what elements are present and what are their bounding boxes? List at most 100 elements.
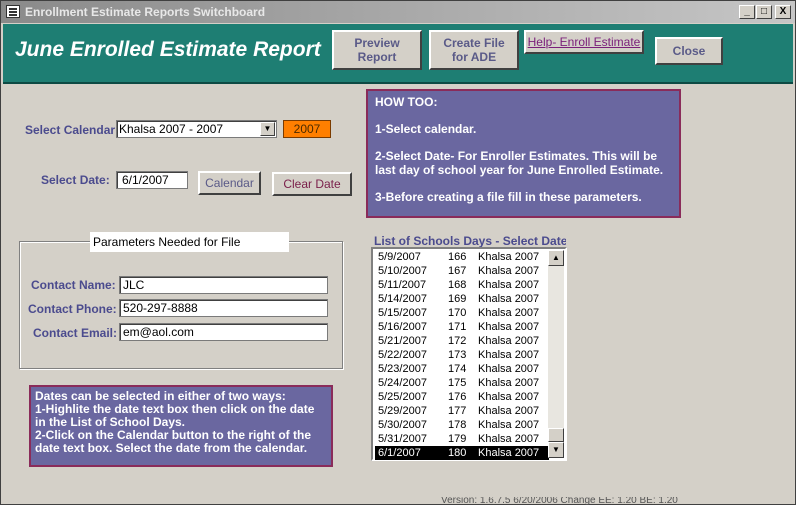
close-window-button[interactable]: X bbox=[775, 5, 791, 19]
list-item[interactable]: 5/16/2007 171 Khalsa 2007 bbox=[375, 320, 549, 334]
contact-email-label: Contact Email: bbox=[33, 326, 118, 340]
list-item-date: 5/31/2007 bbox=[378, 433, 427, 445]
list-item[interactable]: 5/25/2007 176 Khalsa 2007 bbox=[375, 390, 549, 404]
contact-phone-label: Contact Phone: bbox=[28, 302, 117, 316]
list-item-calendar: Khalsa 2007 bbox=[478, 349, 540, 361]
maximize-button[interactable]: □ bbox=[756, 5, 772, 19]
create-file-button[interactable]: Create File for ADE bbox=[429, 30, 519, 70]
howto-step-2: 2-Select Date- For Enroller Estimates. T… bbox=[375, 149, 664, 177]
list-item-calendar: Khalsa 2007 bbox=[478, 265, 540, 277]
calendar-combo-value: Khalsa 2007 - 2007 bbox=[119, 122, 224, 136]
list-item[interactable]: 5/22/2007 173 Khalsa 2007 bbox=[375, 348, 549, 362]
list-item[interactable]: 5/31/2007 179 Khalsa 2007 bbox=[375, 432, 549, 446]
list-item-date: 5/30/2007 bbox=[378, 419, 427, 431]
list-item-day: 166 bbox=[448, 251, 467, 263]
list-item-day: 175 bbox=[448, 377, 467, 389]
calendar-year-box: 2007 bbox=[283, 120, 331, 138]
close-label: Close bbox=[672, 44, 706, 58]
list-item[interactable]: 6/1/2007 180 Khalsa 2007 bbox=[375, 446, 549, 460]
list-item-calendar: Khalsa 2007 bbox=[478, 405, 540, 417]
list-item-date: 5/25/2007 bbox=[378, 391, 427, 403]
help-enroll-estimate-button[interactable]: Help- Enroll Estimate bbox=[524, 30, 644, 54]
list-item-day: 173 bbox=[448, 349, 467, 361]
contact-name-label: Contact Name: bbox=[31, 278, 116, 292]
contact-email-input[interactable]: em@aol.com bbox=[119, 323, 328, 341]
school-days-caption: List of Schools Days - Select Date bbox=[374, 234, 566, 248]
list-item[interactable]: 5/30/2007 178 Khalsa 2007 bbox=[375, 418, 549, 432]
list-item[interactable]: 5/14/2007 169 Khalsa 2007 bbox=[375, 292, 549, 306]
list-item[interactable]: 5/21/2007 172 Khalsa 2007 bbox=[375, 334, 549, 348]
list-item-calendar: Khalsa 2007 bbox=[478, 419, 540, 431]
list-item-date: 5/9/2007 bbox=[378, 251, 421, 263]
list-item-date: 5/24/2007 bbox=[378, 377, 427, 389]
list-scrollbar[interactable]: ▲ ▼ bbox=[548, 250, 564, 458]
howto-heading: HOW TOO: bbox=[375, 95, 438, 109]
parameters-caption: Parameters Needed for File bbox=[90, 232, 289, 252]
list-item-date: 5/23/2007 bbox=[378, 363, 427, 375]
list-item-calendar: Khalsa 2007 bbox=[478, 447, 540, 459]
combo-dropdown-icon[interactable]: ▼ bbox=[260, 122, 275, 136]
list-item-day: 178 bbox=[448, 419, 467, 431]
dates-note-box: Dates can be selected in either of two w… bbox=[29, 385, 333, 467]
list-item-day: 176 bbox=[448, 391, 467, 403]
status-bar: Version: 1.6.7.5 6/20/2006 Change EE: 1.… bbox=[441, 497, 678, 505]
list-item[interactable]: 5/11/2007 168 Khalsa 2007 bbox=[375, 278, 549, 292]
list-item-date: 5/21/2007 bbox=[378, 335, 427, 347]
switchboard-window: Enrollment Estimate Reports Switchboard … bbox=[0, 0, 796, 505]
minimize-button[interactable]: _ bbox=[739, 5, 755, 19]
list-item-calendar: Khalsa 2007 bbox=[478, 279, 540, 291]
contact-name-input[interactable]: JLC bbox=[119, 276, 328, 294]
window-title: Enrollment Estimate Reports Switchboard bbox=[25, 5, 266, 19]
calendar-button[interactable]: Calendar bbox=[198, 171, 261, 195]
create-file-label: Create File for ADE bbox=[443, 36, 505, 64]
scroll-up-icon[interactable]: ▲ bbox=[548, 250, 564, 266]
list-item-calendar: Khalsa 2007 bbox=[478, 391, 540, 403]
clear-date-button[interactable]: Clear Date bbox=[272, 172, 352, 196]
list-item-day: 179 bbox=[448, 433, 467, 445]
list-item-calendar: Khalsa 2007 bbox=[478, 377, 540, 389]
report-header: June Enrolled Estimate Report Preview Re… bbox=[3, 24, 793, 84]
list-item-day: 170 bbox=[448, 307, 467, 319]
preview-report-button[interactable]: Preview Report bbox=[332, 30, 422, 70]
list-item[interactable]: 5/9/2007 166 Khalsa 2007 bbox=[375, 250, 549, 264]
list-item-day: 167 bbox=[448, 265, 467, 277]
calendar-combo[interactable]: Khalsa 2007 - 2007 ▼ bbox=[116, 120, 277, 138]
list-item-calendar: Khalsa 2007 bbox=[478, 321, 540, 333]
dates-note-line-3: 2-Click on the Calendar button to the ri… bbox=[35, 428, 311, 455]
preview-report-label: Preview Report bbox=[354, 36, 400, 64]
list-item-date: 5/15/2007 bbox=[378, 307, 427, 319]
date-input[interactable]: 6/1/2007 bbox=[116, 171, 188, 189]
scroll-thumb[interactable] bbox=[548, 428, 564, 442]
school-days-list[interactable]: 5/9/2007 166 Khalsa 2007 5/10/2007 167 Khalsa… bbox=[371, 247, 567, 461]
list-item-calendar: Khalsa 2007 bbox=[478, 335, 540, 347]
howto-step-3: 3-Before creating a file fill in these p… bbox=[375, 190, 642, 204]
list-item-date: 5/22/2007 bbox=[378, 349, 427, 361]
list-item-day: 180 bbox=[448, 447, 467, 459]
close-button[interactable]: Close bbox=[655, 37, 723, 65]
list-item-date: 5/29/2007 bbox=[378, 405, 427, 417]
list-item-calendar: Khalsa 2007 bbox=[478, 363, 540, 375]
list-item[interactable]: 5/15/2007 170 Khalsa 2007 bbox=[375, 306, 549, 320]
contact-phone-input[interactable]: 520-297-8888 bbox=[119, 299, 328, 317]
dates-note-line-2: 1-Highlite the date text box then click … bbox=[35, 402, 315, 429]
list-item[interactable]: 5/10/2007 167 Khalsa 2007 bbox=[375, 264, 549, 278]
report-title: June Enrolled Estimate Report bbox=[15, 38, 321, 61]
list-item-calendar: Khalsa 2007 bbox=[478, 293, 540, 305]
help-enroll-estimate-label: Help- Enroll Estimate bbox=[527, 35, 641, 49]
list-item[interactable]: 5/23/2007 174 Khalsa 2007 bbox=[375, 362, 549, 376]
list-item-calendar: Khalsa 2007 bbox=[478, 307, 540, 319]
select-date-label: Select Date: bbox=[41, 173, 110, 187]
scroll-down-icon[interactable]: ▼ bbox=[548, 442, 564, 458]
list-item[interactable]: 5/29/2007 177 Khalsa 2007 bbox=[375, 404, 549, 418]
app-icon bbox=[6, 5, 20, 18]
howto-box: HOW TOO: 1-Select calendar. 2-Select Dat… bbox=[366, 89, 681, 218]
list-item-date: 5/16/2007 bbox=[378, 321, 427, 333]
list-item-day: 177 bbox=[448, 405, 467, 417]
select-calendar-label: Select Calendar: bbox=[25, 123, 120, 137]
list-item-date: 5/11/2007 bbox=[378, 279, 427, 291]
list-item-day: 169 bbox=[448, 293, 467, 305]
list-item[interactable]: 5/24/2007 175 Khalsa 2007 bbox=[375, 376, 549, 390]
list-item-calendar: Khalsa 2007 bbox=[478, 251, 540, 263]
list-item-date: 5/10/2007 bbox=[378, 265, 427, 277]
list-item-day: 168 bbox=[448, 279, 467, 291]
